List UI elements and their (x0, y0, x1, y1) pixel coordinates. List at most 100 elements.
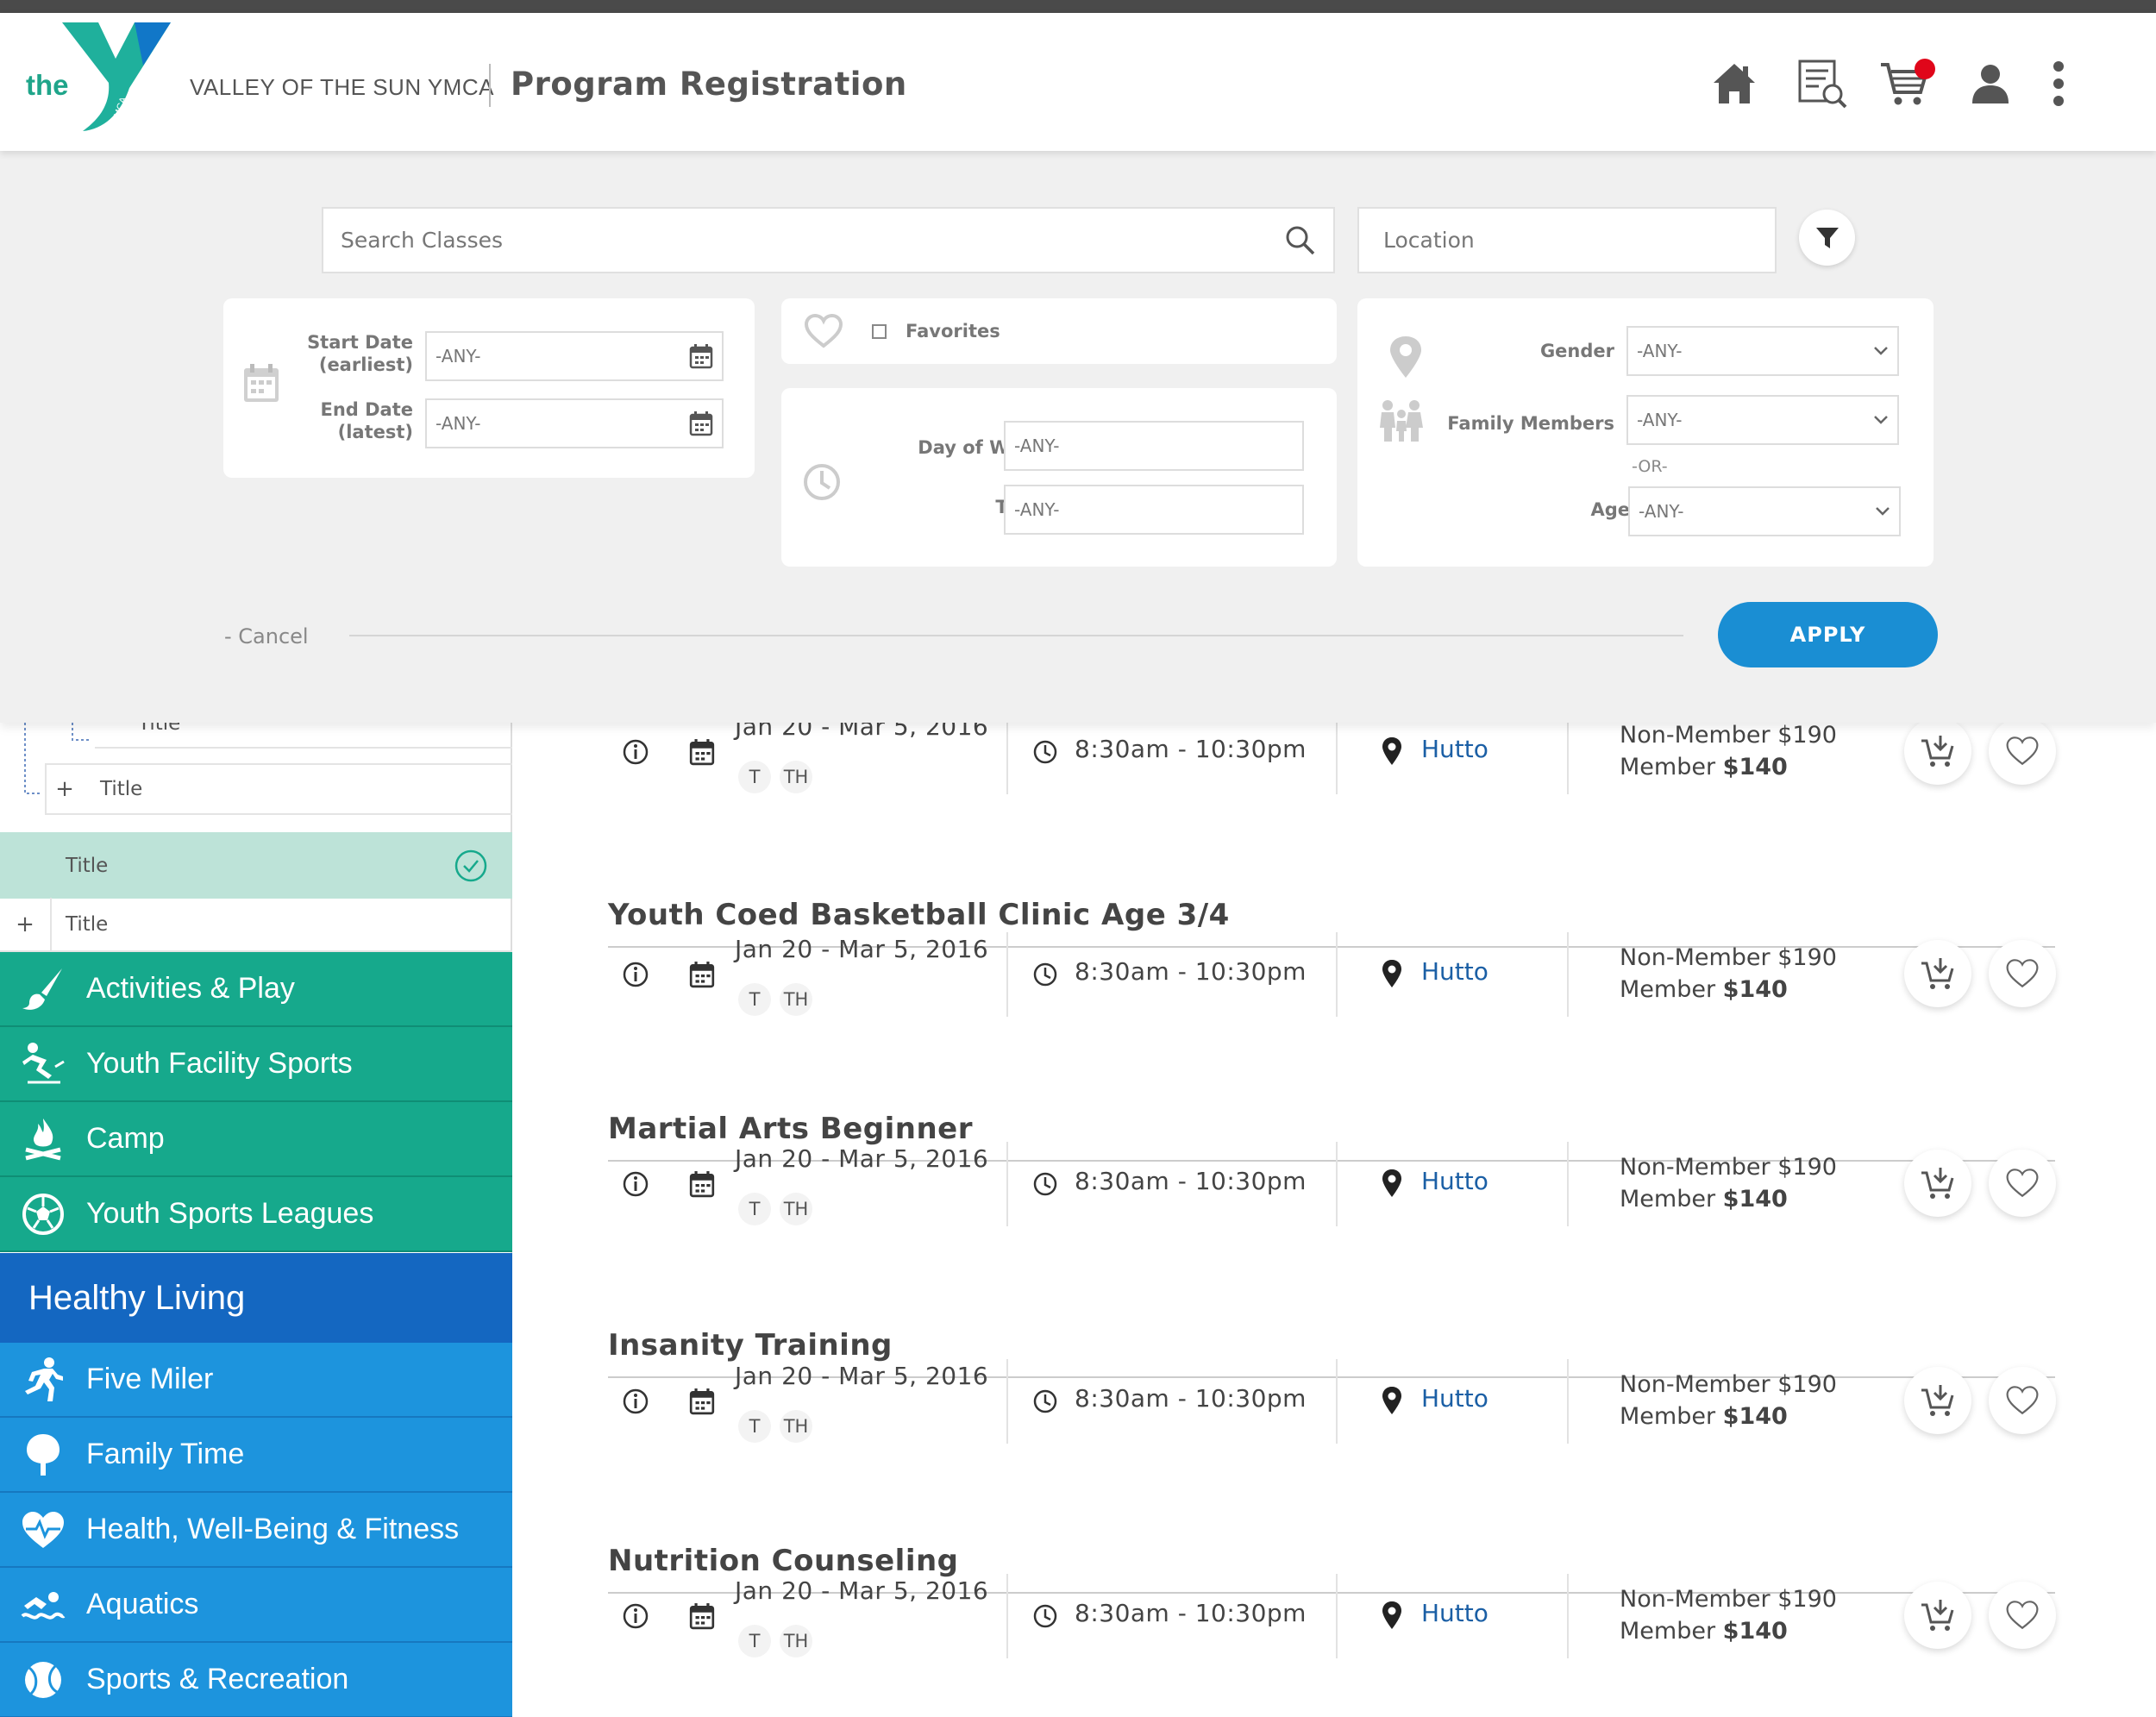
heart-outline-icon (2006, 959, 2039, 988)
sidebar-item-camp[interactable]: Camp (0, 1102, 512, 1177)
program-price: Non-Member $190 Member $140 (1620, 1583, 1837, 1647)
sidebar-item-family-time[interactable]: Family Time (0, 1418, 512, 1493)
day-of-week-field[interactable]: -ANY- (1004, 421, 1304, 471)
add-to-cart-button[interactable] (1904, 1367, 1971, 1434)
add-cart-icon (1921, 736, 1954, 767)
heart-outline-icon (2006, 1169, 2039, 1198)
add-to-cart-button[interactable] (1904, 1582, 1971, 1649)
apply-button[interactable]: APPLY (1718, 602, 1938, 667)
program-time: 8:30am - 10:30pm (1075, 957, 1307, 986)
favorite-button[interactable] (1989, 1150, 2056, 1217)
family-icon (1380, 400, 1423, 442)
sidebar-item-aquatics[interactable]: Aquatics (0, 1568, 512, 1643)
sidebar-item-five-miler[interactable]: Five Miler (0, 1343, 512, 1418)
tree-item[interactable]: + Title (0, 898, 512, 952)
home-button[interactable] (1706, 55, 1763, 112)
sidebar-item-sports-recreation[interactable]: Sports & Recreation (0, 1643, 512, 1717)
info-icon[interactable] (622, 961, 649, 988)
account-button[interactable] (1962, 55, 2019, 112)
calendar-icon (689, 1171, 715, 1198)
sidebar-item-activities-play[interactable]: Activities & Play (0, 952, 512, 1027)
day-of-week-value: -ANY- (1014, 436, 1060, 456)
search-list-button[interactable] (1794, 55, 1851, 112)
program-row: Jan 20 - Mar 5, 2016 T TH 8:30am - 10:30pm H… (608, 1564, 2056, 1668)
section-title-healthy-living[interactable]: Healthy Living (0, 1253, 512, 1343)
clock-icon (1033, 962, 1057, 987)
add-to-cart-button[interactable] (1904, 718, 1971, 785)
program-time: 8:30am - 10:30pm (1075, 735, 1307, 763)
family-members-value: -ANY- (1637, 410, 1683, 430)
date-picker-icon[interactable] (689, 410, 713, 436)
member-price: $140 (1722, 1618, 1788, 1645)
info-icon[interactable] (622, 1170, 649, 1198)
date-picker-icon[interactable] (689, 343, 713, 369)
start-date-field[interactable]: -ANY- (425, 331, 724, 381)
age-select[interactable]: -ANY- (1628, 486, 1901, 536)
info-icon[interactable] (622, 738, 649, 766)
heart-outline-icon (2006, 736, 2039, 766)
day-badge: T (738, 761, 771, 793)
program-row: Jan 20 - Mar 5, 2016 T TH 8:30am - 10:30pm H… (608, 923, 2056, 1026)
program-location-link[interactable]: Hutto (1421, 957, 1489, 986)
favorites-label: Favorites (906, 321, 1000, 342)
calendar-icon (244, 364, 279, 402)
program-dates: Jan 20 - Mar 5, 2016 (735, 935, 989, 963)
program-location-link[interactable]: Hutto (1421, 1384, 1489, 1413)
favorite-button[interactable] (1989, 718, 2056, 785)
tree-item-label: Title (66, 913, 109, 936)
calendar-icon (689, 962, 715, 988)
cancel-link[interactable]: - Cancel (224, 624, 309, 649)
add-to-cart-button[interactable] (1904, 1150, 1971, 1217)
sidebar-item-youth-facility-sports[interactable]: Youth Facility Sports (0, 1027, 512, 1102)
expand-plus-icon[interactable]: + (47, 776, 83, 802)
filter-toggle-button[interactable] (1799, 210, 1855, 266)
day-time-card: Day of Week -ANY- Time -ANY- (781, 388, 1337, 567)
expand-plus-icon[interactable]: + (0, 898, 52, 951)
more-menu-button[interactable] (2030, 55, 2087, 112)
start-date-label: Start Date (earliest) (307, 332, 413, 375)
location-input[interactable]: Location (1357, 207, 1777, 273)
info-icon[interactable] (622, 1388, 649, 1415)
program-location-link[interactable]: Hutto (1421, 735, 1489, 763)
favorite-button[interactable] (1989, 1582, 2056, 1649)
search-input[interactable]: Search Classes (322, 207, 1335, 273)
program-location-link[interactable]: Hutto (1421, 1599, 1489, 1627)
ymca-logo[interactable]: YMCA (60, 21, 172, 136)
gender-select[interactable]: -ANY- (1626, 326, 1899, 376)
location-pin-icon (1382, 1387, 1401, 1414)
sidebar-item-youth-sports-leagues[interactable]: Youth Sports Leagues (0, 1177, 512, 1252)
family-members-select[interactable]: -ANY- (1626, 395, 1899, 445)
tree-item-partial[interactable]: Title (95, 723, 512, 749)
search-icon[interactable] (1285, 225, 1316, 256)
tree-item[interactable]: + Title (45, 763, 512, 815)
program-price: Non-Member $190 Member $140 (1620, 942, 1837, 1006)
program-location-link[interactable]: Hutto (1421, 1167, 1489, 1195)
time-field[interactable]: -ANY- (1004, 485, 1304, 535)
runner-icon (25, 1357, 63, 1401)
tree-item-selected[interactable]: Title (0, 832, 512, 899)
add-to-cart-button[interactable] (1904, 940, 1971, 1007)
favorites-checkbox[interactable] (872, 324, 887, 339)
filter-funnel-icon (1815, 227, 1839, 248)
day-badge: TH (780, 983, 812, 1016)
nonmember-price: Non-Member $190 (1620, 1586, 1837, 1613)
check-circle-icon (454, 849, 487, 881)
add-cart-icon (1921, 1385, 1954, 1416)
list-search-icon (1798, 60, 1847, 109)
location-pin-icon (1382, 1601, 1401, 1629)
program-dates: Jan 20 - Mar 5, 2016 (735, 1362, 989, 1390)
info-icon[interactable] (622, 1602, 649, 1630)
member-label: Member (1620, 754, 1723, 780)
member-price: $140 (1722, 1403, 1788, 1430)
category-label: Five Miler (86, 1363, 214, 1395)
chevron-down-icon (1874, 416, 1888, 424)
nonmember-price: Non-Member $190 (1620, 944, 1837, 971)
day-badge: TH (780, 1625, 812, 1657)
end-date-field[interactable]: -ANY- (425, 398, 724, 448)
member-price: $140 (1722, 754, 1788, 780)
favorite-button[interactable] (1989, 940, 2056, 1007)
favorite-button[interactable] (1989, 1367, 2056, 1434)
sidebar-item-health-fitness[interactable]: Health, Well-Being & Fitness (0, 1493, 512, 1568)
clock-icon (1033, 740, 1057, 764)
category-label: Aquatics (86, 1588, 199, 1620)
